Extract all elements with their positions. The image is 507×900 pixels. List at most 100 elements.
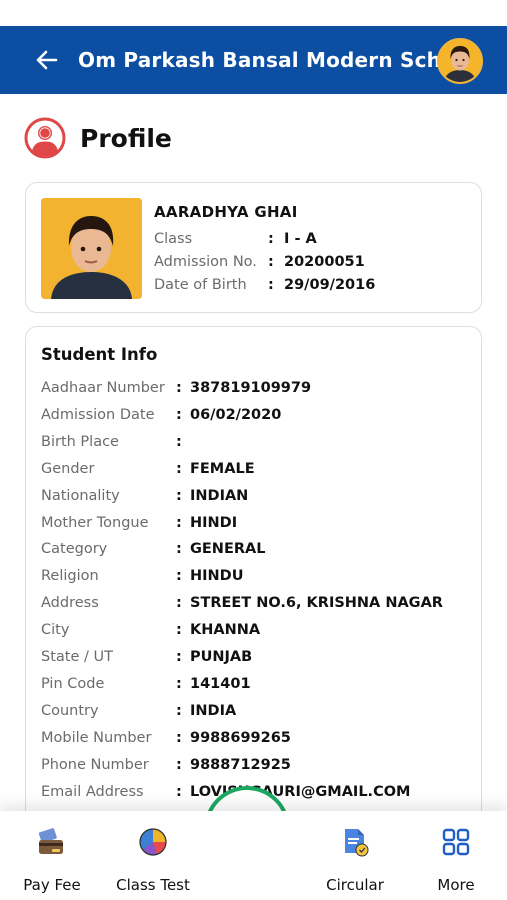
back-button[interactable]	[30, 43, 64, 77]
dob-value: 29/09/2016	[284, 277, 376, 293]
separator: :	[176, 675, 182, 692]
circular-document-icon	[345, 829, 369, 857]
separator: :	[176, 514, 182, 531]
info-row: Aadhaar Number:387819109979	[41, 377, 311, 399]
school-name: Om Parkash Bansal Modern School	[78, 48, 477, 72]
class-value: I - A	[284, 231, 317, 247]
info-row: Country: INDIA	[41, 700, 236, 722]
info-value: INDIAN	[190, 487, 249, 504]
nav-circular[interactable]: Circular	[322, 811, 388, 900]
info-row: Category: GENERAL	[41, 538, 265, 560]
info-label: City	[41, 622, 70, 639]
nav-more[interactable]: More	[430, 811, 482, 900]
separator: :	[176, 702, 182, 719]
info-label: Pin Code	[41, 675, 105, 692]
info-row: Pin Code:141401	[41, 673, 251, 695]
separator: :	[176, 406, 182, 423]
info-value: STREET NO.6, KRISHNA NAGAR	[190, 595, 443, 612]
nav-class-test-label: Class Test	[116, 876, 190, 894]
separator: :	[176, 380, 182, 396]
class-label: Class	[154, 231, 193, 247]
separator: :	[176, 433, 182, 450]
info-value: HINDI	[190, 514, 238, 531]
info-row: Mobile Number:9988699265	[41, 727, 291, 749]
user-profile-icon	[24, 117, 66, 159]
info-label: Email Address	[41, 783, 144, 800]
info-row: State / UT: PUNJAB	[41, 646, 252, 668]
info-row: Address: STREET NO.6, KRISHNA NAGAR	[41, 592, 443, 614]
info-label: Birth Place	[41, 433, 119, 450]
student-photo	[41, 198, 142, 299]
info-label: Country	[41, 702, 99, 719]
info-value: PUNJAB	[190, 649, 253, 665]
info-value: HINDU	[190, 568, 244, 585]
info-row: Birth Place:	[41, 431, 190, 453]
info-label: Aadhaar Number	[41, 380, 165, 396]
pay-fee-icon	[38, 828, 63, 854]
info-value: 387819109979	[190, 380, 312, 396]
dob-row: Date of Birth : 29/09/2016	[154, 274, 375, 296]
info-row: City: KHANNA	[41, 619, 260, 641]
bottom-navigation: Pay Fee Class Test Circular More	[0, 811, 507, 900]
separator: :	[176, 568, 182, 585]
profile-header: Profile	[24, 116, 172, 160]
separator: :	[176, 487, 182, 504]
info-label: Religion	[41, 568, 99, 585]
dob-label: Date of Birth	[154, 277, 247, 293]
admission-no-row: Admission No. : 20200051	[154, 251, 365, 273]
nav-circular-label: Circular	[326, 876, 384, 894]
info-value: INDIA	[190, 702, 237, 719]
student-info-title: Student Info	[41, 345, 158, 364]
student-name: AARADHYA GHAI	[154, 203, 298, 221]
separator: :	[176, 541, 182, 558]
info-value: 9888712925	[190, 756, 291, 773]
separator: :	[176, 729, 182, 746]
info-label: Mother Tongue	[41, 514, 149, 531]
student-info-card: Student Info Aadhaar Number:387819109979…	[25, 326, 482, 826]
grid-icon	[442, 828, 470, 856]
info-row: Nationality: INDIAN	[41, 485, 248, 507]
pie-chart-icon	[139, 828, 167, 856]
separator: :	[176, 783, 182, 800]
back-arrow-icon	[36, 50, 58, 70]
student-summary-card: AARADHYA GHAI Class : I - A Admission No…	[25, 182, 482, 313]
page-title: Profile	[80, 123, 172, 153]
info-value: 06/02/2020	[190, 406, 282, 423]
info-value: FEMALE	[190, 460, 255, 477]
info-value: GENERAL	[190, 541, 266, 558]
info-row: Religion: HINDU	[41, 565, 243, 587]
separator: :	[176, 756, 182, 773]
separator: :	[176, 622, 182, 639]
separator: :	[268, 254, 274, 270]
nav-pay-fee-label: Pay Fee	[23, 876, 81, 894]
info-row: Gender: FEMALE	[41, 458, 255, 480]
avatar[interactable]	[437, 38, 483, 84]
admission-no-label: Admission No.	[154, 254, 257, 270]
info-row: Mother Tongue: HINDI	[41, 512, 237, 534]
info-label: Admission Date	[41, 406, 155, 423]
separator: :	[176, 595, 182, 612]
info-value: 9988699265	[190, 729, 291, 746]
info-label: Gender	[41, 460, 95, 477]
separator: :	[268, 277, 274, 293]
class-row: Class : I - A	[154, 228, 317, 250]
status-bar	[0, 0, 507, 26]
info-label: Category	[41, 541, 108, 558]
nav-pay-fee[interactable]: Pay Fee	[20, 811, 84, 900]
info-label: Phone Number	[41, 756, 149, 773]
info-value: KHANNA	[190, 622, 261, 639]
info-label: Mobile Number	[41, 729, 152, 746]
nav-more-label: More	[437, 876, 475, 894]
info-row: Phone Number:9888712925	[41, 754, 291, 776]
separator: :	[268, 231, 274, 247]
nav-class-test[interactable]: Class Test	[112, 811, 194, 900]
admission-no-value: 20200051	[284, 254, 365, 270]
separator: :	[176, 460, 182, 477]
info-label: Nationality	[41, 487, 120, 504]
separator: :	[176, 649, 182, 665]
info-label: State / UT	[41, 649, 113, 665]
info-label: Address	[41, 595, 99, 612]
info-row: Admission Date:06/02/2020	[41, 404, 281, 426]
info-value: 141401	[190, 675, 251, 692]
app-bar: Om Parkash Bansal Modern School	[0, 26, 507, 94]
